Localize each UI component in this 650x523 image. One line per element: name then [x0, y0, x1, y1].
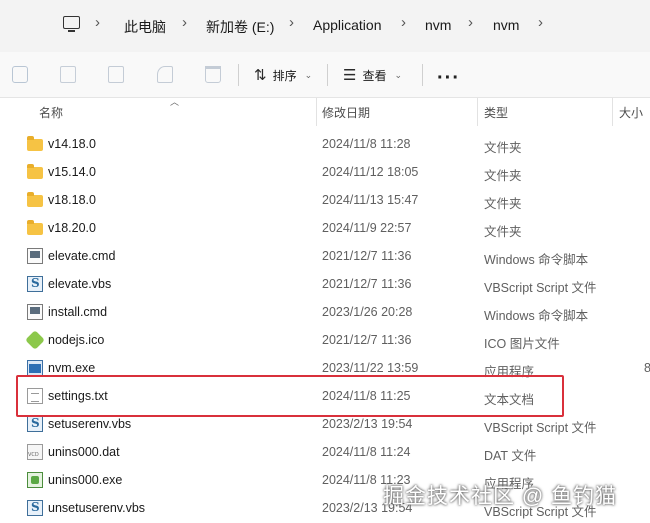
file-name: unsetuserenv.vbs	[48, 501, 146, 515]
exe-icon	[27, 360, 43, 376]
breadcrumb-drive-e[interactable]: 新加卷 (E:)	[206, 17, 274, 37]
file-type: DAT 文件	[484, 449, 537, 463]
view-button-label: 查看	[362, 68, 387, 83]
cmd-file-icon	[27, 304, 43, 320]
highlight-box-settings	[16, 375, 564, 417]
breadcrumb-this-pc[interactable]: 此电脑	[124, 17, 166, 37]
rename-icon	[108, 66, 124, 83]
file-date: 2023/11/22 13:59	[322, 361, 419, 375]
column-header-size[interactable]: 大小	[619, 98, 643, 126]
view-list-icon: ☰	[343, 67, 357, 84]
file-type: 文件夹	[484, 225, 522, 239]
vbs-file-icon	[27, 500, 43, 516]
file-row[interactable]: v15.14.0 2024/11/12 18:05 文件夹	[0, 158, 650, 186]
column-divider[interactable]	[316, 98, 317, 126]
chevron-right-icon[interactable]: ›	[538, 14, 543, 31]
toolbar-divider	[327, 64, 328, 86]
chevron-right-icon[interactable]: ›	[289, 14, 294, 31]
folder-icon	[27, 192, 43, 207]
file-type: Windows 命令脚本	[484, 253, 589, 267]
sort-ascending-icon: ︿	[170, 97, 180, 107]
this-pc-icon[interactable]	[63, 16, 80, 32]
file-name: elevate.vbs	[48, 277, 112, 291]
file-type: ICO 图片文件	[484, 337, 560, 351]
breadcrumb-application[interactable]: Application	[313, 17, 382, 33]
installer-icon	[27, 472, 43, 488]
delete-icon	[205, 66, 221, 83]
toolbar-divider	[422, 64, 423, 86]
file-type: VBScript Script 文件	[484, 281, 597, 295]
breadcrumb-nvm-parent[interactable]: nvm	[425, 17, 451, 33]
view-button[interactable]: ☰ 查看 ⌄	[343, 64, 402, 86]
file-type: 文件夹	[484, 141, 522, 155]
chevron-right-icon[interactable]: ›	[95, 14, 100, 31]
file-row[interactable]: v18.20.0 2024/11/9 22:57 文件夹	[0, 214, 650, 242]
file-name: install.cmd	[48, 305, 108, 319]
file-row[interactable]: v18.18.0 2024/11/13 15:47 文件夹	[0, 186, 650, 214]
file-name: v14.18.0	[48, 137, 96, 151]
folder-icon	[27, 136, 43, 151]
chevron-right-icon[interactable]: ›	[468, 14, 473, 31]
dat-file-icon	[27, 444, 43, 460]
cmd-file-icon	[27, 248, 43, 264]
file-date: 2021/12/7 11:36	[322, 249, 412, 263]
column-header-modified[interactable]: 修改日期	[322, 98, 370, 126]
chevron-down-icon: ⌄	[304, 69, 313, 80]
file-date: 2024/11/8 11:28	[322, 137, 411, 151]
sort-button-label: 排序	[272, 68, 297, 83]
file-name: unins000.dat	[48, 445, 120, 459]
file-date: 2021/12/7 11:36	[322, 333, 412, 347]
more-options-button[interactable]: ···	[437, 67, 460, 90]
file-type: 文件夹	[484, 169, 522, 183]
file-type: Windows 命令脚本	[484, 309, 589, 323]
folder-icon	[27, 164, 43, 179]
file-row[interactable]: elevate.cmd 2021/12/7 11:36 Windows 命令脚本	[0, 242, 650, 270]
column-header-name[interactable]: 名称	[39, 98, 63, 126]
folder-icon	[27, 220, 43, 235]
file-type: VBScript Script 文件	[484, 421, 597, 435]
sort-icon: ⇅	[254, 67, 267, 84]
file-date: 2021/12/7 11:36	[322, 277, 412, 291]
file-name: unins000.exe	[48, 473, 123, 487]
vbs-file-icon	[27, 416, 43, 432]
share-icon	[157, 66, 173, 83]
chevron-right-icon[interactable]: ›	[182, 14, 187, 31]
chevron-down-icon: ⌄	[394, 69, 403, 80]
file-date: 2024/11/8 11:24	[322, 445, 411, 459]
chevron-right-icon[interactable]: ›	[401, 14, 406, 31]
file-row[interactable]: v14.18.0 2024/11/8 11:28 文件夹	[0, 130, 650, 158]
file-name: nodejs.ico	[48, 333, 105, 347]
file-row[interactable]: elevate.vbs 2021/12/7 11:36 VBScript Scr…	[0, 270, 650, 298]
vbs-file-icon	[27, 276, 43, 292]
file-name: v18.20.0	[48, 221, 96, 235]
column-divider[interactable]	[612, 98, 613, 126]
file-row[interactable]: unins000.dat 2024/11/8 11:24 DAT 文件	[0, 438, 650, 466]
file-date: 2024/11/9 22:57	[322, 221, 412, 235]
file-size: 8	[644, 361, 650, 375]
file-name: v18.18.0	[48, 193, 96, 207]
file-date: 2024/11/13 15:47	[322, 193, 419, 207]
address-bar[interactable]: › 此电脑 › 新加卷 (E:) › Application › nvm › n…	[0, 0, 650, 52]
column-divider[interactable]	[477, 98, 478, 126]
file-date: 2023/1/26 20:28	[322, 305, 413, 319]
nodejs-icon	[25, 330, 45, 350]
column-header-type[interactable]: 类型	[484, 98, 508, 126]
copy-icon	[12, 66, 28, 83]
watermark: 掘金技术社区 @ 鱼钓猫	[383, 485, 617, 508]
sort-button[interactable]: ⇅ 排序 ⌄	[254, 64, 312, 86]
toolbar-divider	[238, 64, 239, 86]
file-row[interactable]: install.cmd 2023/1/26 20:28 Windows 命令脚本	[0, 298, 650, 326]
file-date: 2023/2/13 19:54	[322, 417, 413, 431]
file-name: setuserenv.vbs	[48, 417, 132, 431]
file-name: v15.14.0	[48, 165, 96, 179]
file-date: 2024/11/12 18:05	[322, 165, 419, 179]
command-bar: ⇅ 排序 ⌄ ☰ 查看 ⌄	[0, 52, 650, 98]
file-type: 文件夹	[484, 197, 522, 211]
breadcrumb-nvm-current[interactable]: nvm	[493, 17, 519, 33]
paste-icon	[60, 66, 76, 83]
file-row[interactable]: nodejs.ico 2021/12/7 11:36 ICO 图片文件	[0, 326, 650, 354]
file-name: nvm.exe	[48, 361, 96, 375]
file-name: elevate.cmd	[48, 249, 116, 263]
